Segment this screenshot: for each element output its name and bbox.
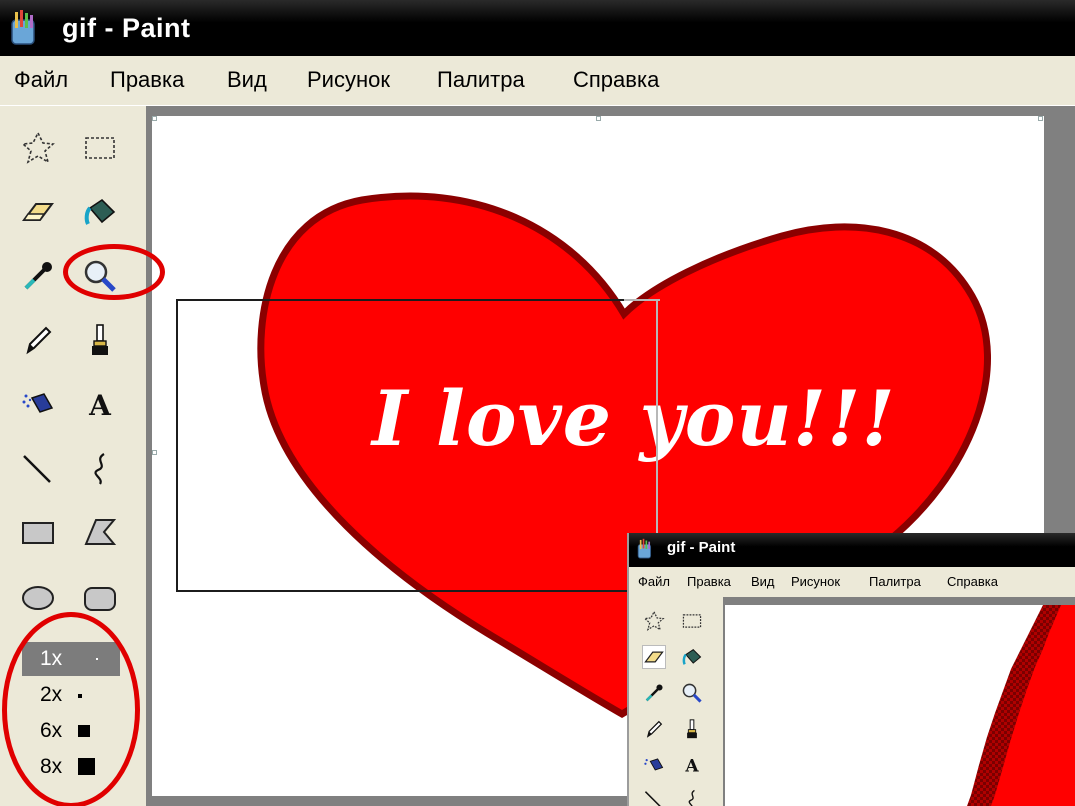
inset-pencil-tool[interactable] [642, 717, 666, 741]
rectangle-icon [22, 522, 54, 544]
fill-bucket-icon [84, 198, 116, 225]
inset-menu-edit[interactable]: Правка [687, 574, 731, 589]
rounded-rectangle-icon [84, 587, 116, 611]
menu-help[interactable]: Справка [573, 67, 659, 93]
line-icon [23, 455, 51, 483]
resize-handle[interactable] [152, 450, 157, 455]
inset-curve-tool[interactable] [680, 787, 704, 806]
resize-handle[interactable] [152, 116, 157, 121]
menu-edit[interactable]: Правка [110, 67, 184, 93]
inset-menu-view[interactable]: Вид [751, 574, 775, 589]
color-picker-tool[interactable] [18, 256, 58, 296]
paint-screenshot: gif - Paint Файл Правка Вид Рисунок Пали… [0, 0, 1075, 806]
polygon-tool[interactable] [80, 512, 120, 552]
title-bar: gif - Paint [0, 0, 1075, 56]
menu-file[interactable]: Файл [14, 67, 68, 93]
frame-edge [624, 299, 660, 301]
inset-menu-file[interactable]: Файл [638, 574, 670, 589]
rect-select-icon [85, 137, 115, 159]
ellipse-icon [22, 586, 54, 610]
inset-menu-help[interactable]: Справка [947, 574, 998, 589]
inset-menu-palette[interactable]: Палитра [869, 574, 921, 589]
free-select-icon [21, 131, 55, 164]
inset-menu-bar: Файл Правка Вид Рисунок Палитра Справка [629, 567, 1075, 597]
paint-app-icon [11, 10, 35, 45]
magnifier-icon [682, 683, 702, 703]
inset-window-title: gif - Paint [667, 539, 736, 556]
pencil-tool[interactable] [18, 320, 58, 360]
inset-color-picker-tool[interactable] [642, 681, 666, 705]
line-icon [644, 791, 661, 806]
text-tool[interactable]: A [80, 384, 120, 424]
inset-line-tool[interactable] [642, 787, 666, 806]
eraser-icon [644, 651, 664, 663]
menu-view[interactable]: Вид [227, 67, 267, 93]
airbrush-icon [644, 758, 664, 771]
eraser-tool[interactable] [18, 192, 58, 232]
resize-handle[interactable] [596, 116, 601, 121]
curve-tool[interactable] [80, 448, 120, 488]
inset-brush-tool[interactable] [680, 717, 704, 741]
menu-image[interactable]: Рисунок [307, 67, 390, 93]
eyedropper-icon [645, 684, 663, 702]
paint-app-icon [637, 538, 652, 559]
eraser-icon [22, 203, 54, 221]
inset-eraser-tool[interactable] [642, 645, 666, 669]
fill-bucket-tool[interactable] [80, 192, 120, 232]
polygon-icon [84, 519, 117, 545]
airbrush-icon [22, 393, 54, 413]
pencil-icon [26, 326, 52, 355]
inset-airbrush-tool[interactable] [642, 753, 666, 777]
line-tool[interactable] [18, 448, 58, 488]
magnifier-annotation-circle [63, 244, 165, 300]
inset-zoomed-canvas[interactable] [725, 605, 1075, 806]
menu-palette[interactable]: Палитра [437, 67, 525, 93]
inset-magnifier-tool[interactable] [680, 681, 704, 705]
rounded-rectangle-tool[interactable] [80, 578, 120, 618]
brush-icon [92, 324, 108, 355]
fill-bucket-icon [682, 649, 702, 665]
rect-select-tool[interactable] [80, 128, 120, 168]
pencil-icon [646, 720, 663, 738]
resize-handle[interactable] [1038, 116, 1043, 121]
text-icon: A [88, 389, 112, 422]
zoomed-paint-window: gif - Paint Файл Правка Вид Рисунок Пали… [627, 533, 1075, 806]
svg-text:A: A [88, 389, 112, 422]
magnifier-preview-frame [176, 299, 660, 592]
curve-icon [688, 789, 695, 806]
inset-tool-box: A [629, 597, 723, 806]
inset-rect-select-tool[interactable] [680, 609, 704, 633]
rectangle-tool[interactable] [18, 512, 58, 552]
inset-text-tool[interactable]: A [680, 753, 704, 777]
brush-tool[interactable] [80, 320, 120, 360]
svg-text:A: A [684, 757, 699, 776]
inset-fill-bucket-tool[interactable] [680, 645, 704, 669]
window-title: gif - Paint [62, 13, 191, 43]
text-icon: A [684, 757, 699, 776]
free-select-tool[interactable] [18, 128, 58, 168]
menu-bar: Файл Правка Вид Рисунок Палитра Справка [0, 56, 1075, 106]
inset-menu-image[interactable]: Рисунок [791, 574, 840, 589]
inset-free-select-tool[interactable] [642, 609, 666, 633]
curve-icon [94, 453, 105, 485]
free-select-icon [643, 610, 665, 631]
inset-title-bar: gif - Paint [629, 533, 1075, 567]
ellipse-tool[interactable] [18, 578, 58, 618]
rect-select-icon [682, 614, 702, 628]
airbrush-tool[interactable] [18, 384, 58, 424]
brush-icon [687, 719, 697, 739]
zoom-options-annotation-circle [2, 612, 140, 806]
zoomed-heart-edge [967, 605, 1075, 806]
eyedropper-icon [24, 262, 52, 290]
